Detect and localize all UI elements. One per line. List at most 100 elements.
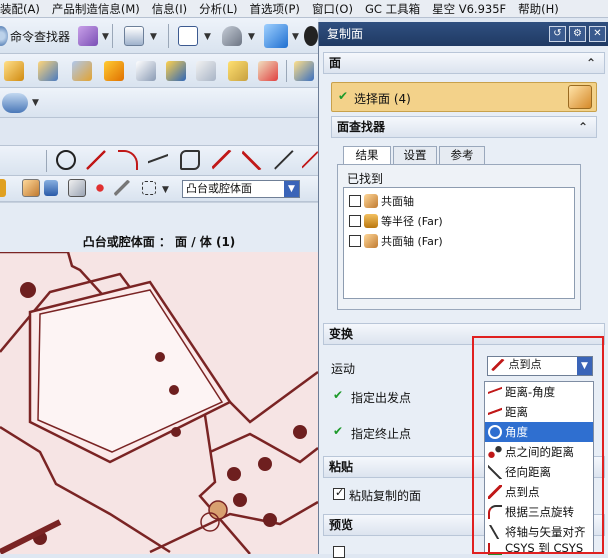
- menu-preferences[interactable]: 首选项(P): [244, 1, 306, 17]
- select-body-icon[interactable]: [22, 179, 40, 197]
- motion-select[interactable]: 点到点 ▼: [487, 356, 593, 376]
- type-filter-combo[interactable]: 凸台或腔体面 ▼: [182, 180, 300, 198]
- select-mode-icon[interactable]: [0, 179, 6, 197]
- chevron-up-icon[interactable]: ⌃: [586, 53, 596, 73]
- list-item[interactable]: 等半径 (Far): [349, 212, 443, 230]
- trim-body-icon[interactable]: [228, 61, 248, 81]
- extend-curve-icon[interactable]: [242, 150, 262, 170]
- select-face-icon[interactable]: [68, 179, 86, 197]
- line-icon[interactable]: [86, 150, 106, 170]
- motion-option-csys-to-csys[interactable]: CSYS 到 CSYS: [485, 542, 593, 555]
- list-item[interactable]: 共面轴: [349, 192, 414, 210]
- chevron-down-icon[interactable]: ▼: [162, 185, 169, 195]
- checkbox[interactable]: [349, 215, 361, 227]
- chamfer-icon[interactable]: [136, 61, 156, 81]
- toolbar-row-2: [0, 54, 318, 88]
- graphics-viewport[interactable]: [0, 252, 318, 554]
- chevron-down-icon[interactable]: ▼: [292, 32, 299, 42]
- selection-status-text: 凸台或腔体面 ： 面 / 体 (1): [82, 235, 236, 249]
- motion-option-point-to-point[interactable]: 点到点: [485, 482, 593, 502]
- trim-curve-icon[interactable]: [212, 150, 232, 170]
- menu-analysis[interactable]: 分析(L): [193, 1, 243, 17]
- chevron-down-icon[interactable]: ▼: [284, 181, 299, 197]
- revolve-icon[interactable]: [38, 61, 58, 81]
- motion-option-distance-between-points[interactable]: 点之间的距离: [485, 442, 593, 462]
- polygon-icon[interactable]: [180, 150, 200, 170]
- align-axis-icon: [488, 525, 502, 539]
- toolbar-separator: [112, 24, 113, 48]
- hole-icon[interactable]: [258, 61, 278, 81]
- menu-help[interactable]: 帮助(H): [512, 1, 565, 17]
- sphere-icon[interactable]: [304, 26, 318, 46]
- motion-option-rotate-by-three-points[interactable]: 根据三点旋转: [485, 502, 593, 522]
- motion-option-radial-distance[interactable]: 径向距离: [485, 462, 593, 482]
- chevron-down-icon[interactable]: ▼: [150, 32, 157, 42]
- motion-option-label: 根据三点旋转: [505, 505, 574, 519]
- paste-copied-checkbox[interactable]: [333, 486, 345, 500]
- motion-option-distance-angle[interactable]: 距离-角度: [485, 382, 593, 402]
- menu-info[interactable]: 信息(I): [146, 1, 193, 17]
- preview-checkbox[interactable]: [333, 546, 345, 558]
- chevron-down-icon[interactable]: ▼: [577, 357, 592, 375]
- menu-assembly[interactable]: 装配(A): [0, 1, 46, 17]
- close-icon[interactable]: ✕: [589, 26, 606, 42]
- chevron-down-icon[interactable]: ▼: [204, 32, 211, 42]
- tab-results[interactable]: 结果: [343, 146, 391, 165]
- toolbar-separator: [46, 150, 47, 172]
- chevron-down-icon[interactable]: ▼: [32, 98, 39, 108]
- menu-window[interactable]: 窗口(O): [306, 1, 359, 17]
- sweep-icon[interactable]: [72, 61, 92, 81]
- view-cube-icon[interactable]: [264, 24, 288, 48]
- command-finder-icon[interactable]: [0, 26, 8, 46]
- shell-icon[interactable]: [166, 61, 186, 81]
- snap-point-icon[interactable]: [92, 180, 108, 196]
- select-feature-icon[interactable]: [44, 180, 58, 196]
- menu-pmi[interactable]: 产品制造信息(M): [46, 1, 146, 17]
- reset-icon[interactable]: ↺: [549, 26, 566, 42]
- list-item[interactable]: 共面轴 (Far): [349, 232, 443, 250]
- selection-box-icon[interactable]: [142, 181, 156, 195]
- circle-icon[interactable]: [56, 150, 76, 170]
- tab-reference[interactable]: 参考: [439, 146, 485, 164]
- synchronous-icon[interactable]: [294, 61, 314, 81]
- tab-settings[interactable]: 设置: [393, 146, 437, 164]
- specify-to-point-label[interactable]: 指定终止点: [351, 425, 411, 442]
- arc-icon[interactable]: [118, 150, 138, 170]
- select-face-label: 选择面 (4): [354, 92, 411, 106]
- found-list: 共面轴 等半径 (Far) 共面轴 (Far): [343, 187, 575, 299]
- select-face-row[interactable]: ✔ 选择面 (4): [331, 82, 597, 112]
- part-geometry[interactable]: [0, 252, 318, 554]
- chamfer-curve-icon[interactable]: [302, 150, 318, 170]
- toolbar-separator: [168, 24, 169, 48]
- checkmark-icon: ✔: [333, 424, 344, 438]
- motion-option-align-axis-to-vector[interactable]: 将轴与矢量对齐: [485, 522, 593, 542]
- motion-option-distance[interactable]: 距离: [485, 402, 593, 422]
- render-style-icon[interactable]: [222, 26, 242, 46]
- package-icon[interactable]: [78, 26, 98, 46]
- command-finder-label[interactable]: 命令查找器: [10, 28, 70, 45]
- chevron-down-icon[interactable]: ▼: [248, 32, 255, 42]
- blend-icon[interactable]: [104, 61, 124, 81]
- specify-from-point-label[interactable]: 指定出发点: [351, 389, 411, 406]
- cylinder-icon[interactable]: [2, 93, 28, 113]
- section-face-finder-header[interactable]: 面查找器 ⌃: [331, 116, 597, 138]
- face-cube-icon[interactable]: [568, 85, 592, 109]
- fillet-curve-icon[interactable]: [274, 150, 294, 170]
- fit-view-icon[interactable]: [178, 26, 198, 46]
- section-face-header[interactable]: 面 ⌃: [323, 52, 605, 74]
- extrude-icon[interactable]: [4, 61, 24, 81]
- checkbox[interactable]: [349, 235, 361, 247]
- menu-xingkong[interactable]: 星空 V6.935F: [426, 1, 512, 17]
- chevron-down-icon[interactable]: ▼: [102, 32, 109, 42]
- gear-icon[interactable]: ⚙: [569, 26, 586, 42]
- section-transform-header[interactable]: 变换: [323, 323, 605, 345]
- polyline-icon[interactable]: [148, 150, 168, 170]
- section-transform-title: 变换: [329, 327, 354, 341]
- chevron-up-icon[interactable]: ⌃: [578, 117, 588, 137]
- checkbox[interactable]: [349, 195, 361, 207]
- menu-gc-toolbox[interactable]: GC 工具箱: [359, 1, 426, 17]
- select-curve-icon[interactable]: [114, 180, 130, 196]
- offset-face-icon[interactable]: [196, 61, 216, 81]
- info-icon[interactable]: [124, 26, 144, 46]
- motion-option-angle[interactable]: 角度: [485, 422, 593, 442]
